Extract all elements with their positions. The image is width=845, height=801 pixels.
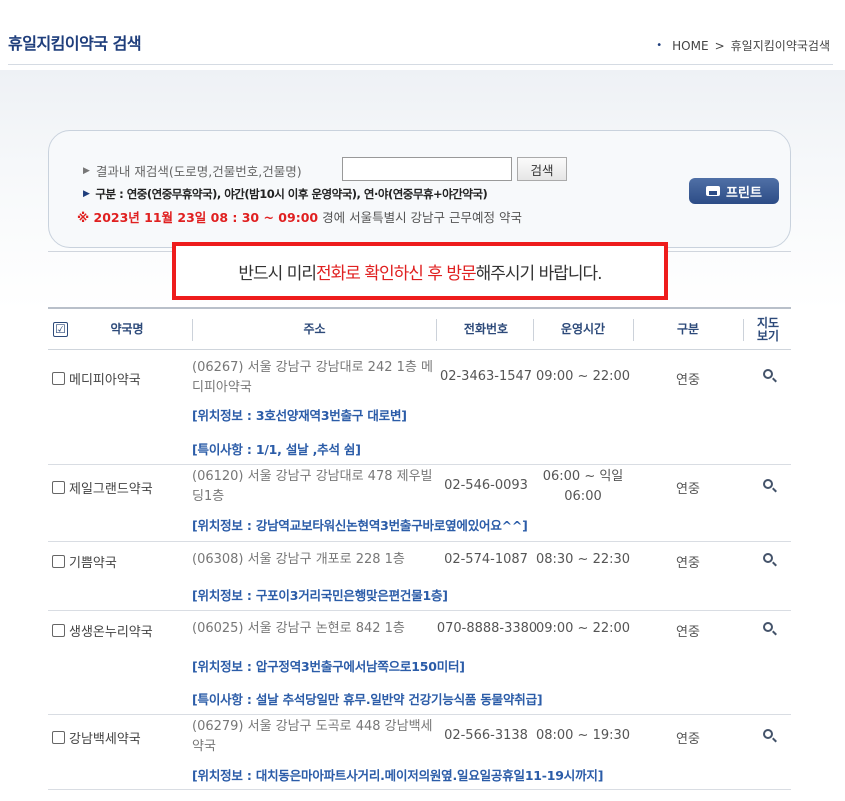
pharmacy-table: ☑ 약국명 주소 전화번호 운영시간 구분 지도 보기 메디피아약국 (0626… [48,307,791,790]
pharmacy-hours: 09:00 ~ 22:00 [535,621,631,636]
research-label-row: ▶ 결과내 재검색(도로명,건물번호,건물명) [83,161,302,180]
map-link[interactable] [758,368,778,383]
row-checkbox[interactable] [52,372,65,385]
pharmacy-phone: 02-546-0093 [444,478,528,493]
location-info: [위치정보 : 3호선양재역3번출구 대로변] [192,408,407,423]
table-row: 제일그랜드약국 (06120) 서울 강남구 강남대로 478 제우빌딩1층 0… [48,465,791,542]
row-checkbox[interactable] [52,481,65,494]
header-map: 지도 보기 [756,315,780,343]
pharmacy-address: (06267) 서울 강남구 강남대로 242 1층 메디피아약국 [192,360,433,395]
research-input[interactable] [342,157,512,181]
location-info: [위치정보 : 압구정역3번출구에서남쪽으로150미터] [192,659,465,674]
printer-icon [706,186,721,196]
map-link[interactable] [758,478,778,493]
header-hours: 운영시간 [560,322,606,336]
pharmacy-name-cell: 메디피아약국 [52,369,141,388]
pharmacy-address: (06279) 서울 강남구 도곡로 448 강남백세약국 [192,719,433,754]
magnifier-icon [763,479,773,489]
table-row: 강남백세약국 (06279) 서울 강남구 도곡로 448 강남백세약국 02-… [48,715,791,790]
magnifier-icon [763,729,773,739]
pharmacy-address: (06308) 서울 강남구 개포로 228 1층 [192,552,405,567]
pharmacy-hours: 08:30 ~ 22:30 [535,552,631,567]
pharmacy-name[interactable]: 기쁨약국 [69,552,117,571]
research-label: 결과내 재검색(도로명,건물번호,건물명) [95,164,302,179]
pharmacy-name[interactable]: 제일그랜드약국 [69,478,153,497]
triangle-bullet-icon: ▶ [83,189,90,199]
pharmacy-name-cell: 강남백세약국 [52,728,141,747]
print-label: 프린트 [726,185,762,201]
table-row: 생생온누리약국 (06025) 서울 강남구 논현로 842 1층 070-88… [48,611,791,715]
header-divider [8,64,833,65]
schedule-info: ※ 2023년 11월 23일 08 : 30 ~ 09:00 경에 서울특별시… [77,207,522,226]
pharmacy-name[interactable]: 메디피아약국 [69,369,141,388]
header-separator [633,319,634,341]
header-address: 주소 [303,322,326,336]
pharmacy-hours: 08:00 ~ 19:30 [535,728,631,743]
pharmacy-address: (06025) 서울 강남구 논현로 842 1층 [192,621,405,636]
table-row: 기쁨약국 (06308) 서울 강남구 개포로 228 1층 02-574-10… [48,542,791,611]
pharmacy-type: 연중 [676,625,700,640]
magnifier-icon [763,622,773,632]
breadcrumb-current: 휴일지킴이약국검색 [730,39,830,53]
pharmacy-phone: 070-8888-3380 [436,621,538,636]
pharmacy-phone: 02-3463-1547 [439,369,533,384]
search-panel: ▶ 결과내 재검색(도로명,건물번호,건물명) 검색 ▶ 구분 : 연중 (연중… [48,130,791,248]
pharmacy-name[interactable]: 강남백세약국 [69,728,141,747]
header-name: 약국명 [110,322,144,336]
notice-part3: 해주시기 바랍니다. [475,263,603,284]
schedule-region: 경에 서울특별시 강남구 근무예정 약국 [322,210,523,225]
header-phone: 전화번호 [463,322,509,336]
map-link[interactable] [758,552,778,567]
table-row: 메디피아약국 (06267) 서울 강남구 강남대로 242 1층 메디피아약국… [48,350,791,465]
breadcrumb: • HOME > 휴일지킴이약국검색 [656,37,830,54]
visit-notice: 반드시 미리 전화로 확인하신 후 방문 해주시기 바랍니다. [172,242,668,300]
triangle-bullet-icon: ▶ [83,165,90,176]
pharmacy-phone: 02-566-3138 [444,728,528,743]
legend-text: (연중무휴약국), 야간(밤10시 이후 운영약국), 연·야(연중무휴+야간약… [146,187,488,201]
pharmacy-type: 연중 [676,373,700,388]
search-button[interactable]: 검색 [517,157,567,181]
table-header: ☑ 약국명 주소 전화번호 운영시간 구분 지도 보기 [48,307,791,350]
pharmacy-phone: 02-574-1087 [444,552,528,567]
pharmacy-name-cell: 기쁨약국 [52,552,117,571]
row-checkbox[interactable] [52,624,65,637]
breadcrumb-separator: > [714,38,725,53]
location-info: [위치정보 : 대치동은마아파트사거리.메이저의원옆.일요일공휴일11-19시까… [192,768,604,783]
row-checkbox[interactable] [52,555,65,568]
special-notes: [특이사항 : 설날 추석당일만 휴무.일반약 건강기능식품 동물약취급] [192,692,543,707]
page-header: 휴일지킴이약국 검색 • HOME > 휴일지킴이약국검색 [0,0,845,66]
magnifier-icon [763,553,773,563]
magnifier-icon [763,369,773,379]
legend-prefix: 구분 : 연중 [95,187,147,201]
pharmacy-name[interactable]: 생생온누리약국 [69,621,153,640]
pharmacy-type: 연중 [676,482,700,497]
bullet-icon: • [656,40,663,51]
map-link[interactable] [758,728,778,743]
location-info: [위치정보 : 구포이3거리국민은행맞은편건물1층] [192,588,448,603]
page-title: 휴일지킴이약국 검색 [8,34,142,53]
type-legend: ▶ 구분 : 연중 (연중무휴약국), 야간(밤10시 이후 운영약국), 연·… [83,186,488,202]
pharmacy-name-cell: 제일그랜드약국 [52,478,153,497]
map-link[interactable] [758,621,778,636]
notice-highlight: 전화로 확인하신 후 방문 [316,263,477,284]
pharmacy-hours: 06:00 ~ 익일 06:00 [542,469,624,504]
pharmacy-name-cell: 생생온누리약국 [52,621,153,640]
pharmacy-type: 연중 [676,732,700,747]
breadcrumb-home[interactable]: HOME [672,39,708,53]
header-separator [743,319,744,341]
notice-part1: 반드시 미리 [238,263,317,284]
select-all-checkbox[interactable]: ☑ [53,322,68,337]
row-checkbox[interactable] [52,731,65,744]
schedule-date: ※ 2023년 11월 23일 08 : 30 ~ 09:00 [77,210,319,225]
pharmacy-hours: 09:00 ~ 22:00 [535,369,631,384]
special-notes: [특이사항 : 1/1, 설날 ,추석 쉼] [192,442,361,457]
header-type: 구분 [676,322,700,336]
print-button[interactable]: 프린트 [689,178,779,204]
location-info: [위치정보 : 강남역교보타워신논현역3번출구바로옆에있어요^^] [192,518,528,533]
pharmacy-address: (06120) 서울 강남구 강남대로 478 제우빌딩1층 [192,469,433,504]
pharmacy-type: 연중 [676,556,700,571]
